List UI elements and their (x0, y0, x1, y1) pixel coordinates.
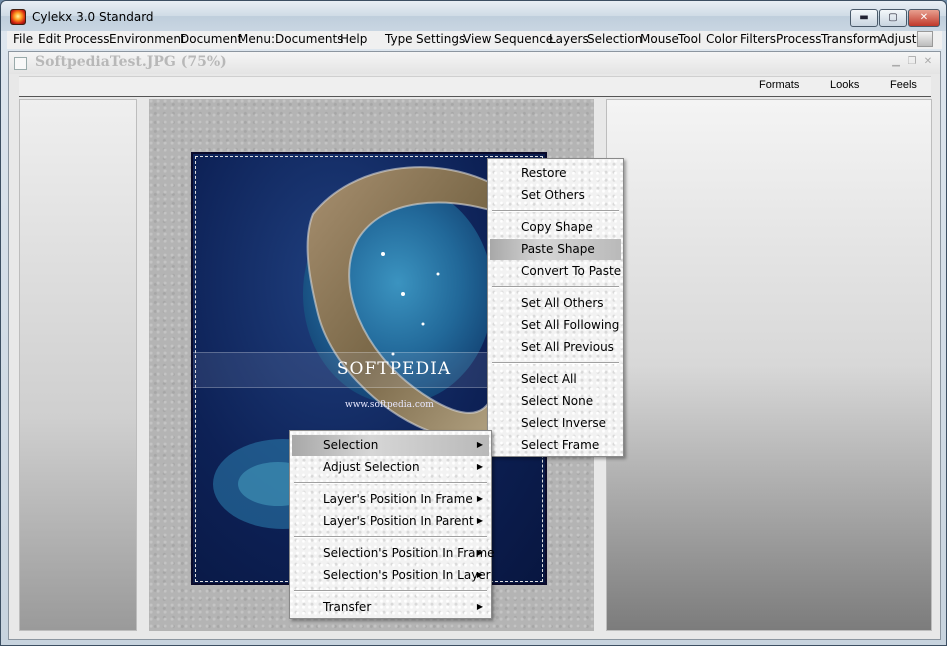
menu-separator (294, 482, 487, 484)
toolbar-looks[interactable]: Looks (830, 79, 859, 91)
triangle-right-icon: ▶ (476, 462, 483, 471)
menu-mouse[interactable]: Mouse (640, 32, 679, 46)
close-button[interactable]: ✕ (908, 9, 940, 27)
menu-tool[interactable]: Tool (678, 32, 701, 46)
menu-item-transfer[interactable]: Transfer ▶ (292, 597, 489, 618)
right-panel (606, 99, 932, 631)
menu-item-select-inverse[interactable]: Select Inverse (490, 413, 621, 434)
doc-close-icon[interactable]: ✕ (921, 56, 935, 70)
triangle-right-icon: ▶ (476, 516, 483, 525)
menu-selection[interactable]: Selection (587, 32, 642, 46)
menubar-overflow-icon[interactable] (917, 31, 933, 47)
menu-sequence[interactable]: Sequence (494, 32, 553, 46)
shape-context-menu: Restore Set Others Copy Shape Paste Shap… (487, 158, 624, 457)
menu-bar: File Edit Process Environment Document M… (7, 31, 942, 49)
menu-adjust[interactable]: Adjust (879, 32, 917, 46)
menu-item-layers-position-in-parent[interactable]: Layer's Position In Parent ▶ (292, 511, 489, 532)
menu-document[interactable]: Document (180, 32, 242, 46)
menu-item-set-all-previous[interactable]: Set All Previous (490, 337, 621, 358)
menu-item-label: Layer's Position In Parent (323, 514, 474, 528)
document-toolbar: Formats Looks Feels (19, 76, 931, 97)
menu-item-paste-shape[interactable]: Paste Shape (490, 239, 621, 260)
menu-edit[interactable]: Edit (38, 32, 61, 46)
menu-item-selections-position-in-frame[interactable]: Selection's Position In Frame ▶ (292, 543, 495, 564)
menu-view[interactable]: View (463, 32, 491, 46)
menu-item-copy-shape[interactable]: Copy Shape (490, 217, 621, 238)
menu-item-select-none[interactable]: Select None (490, 391, 621, 412)
menu-item-adjust-selection[interactable]: Adjust Selection ▶ (292, 457, 489, 478)
menu-item-set-all-others[interactable]: Set All Others (490, 293, 621, 314)
app-icon[interactable] (10, 9, 26, 25)
selection-context-menu: Selection ▶ Adjust Selection ▶ Layer's P… (289, 430, 495, 619)
menu-item-select-frame[interactable]: Select Frame (490, 435, 621, 456)
menu-transform[interactable]: Transform (821, 32, 881, 46)
menu-environment[interactable]: Environment (109, 32, 186, 46)
doc-restore-icon[interactable]: ❐ (905, 56, 919, 70)
triangle-right-icon: ▶ (476, 494, 483, 503)
menu-item-selections-position-in-layer[interactable]: Selection's Position In Layer ▶ (292, 565, 491, 586)
menu-item-set-all-following[interactable]: Set All Following (490, 315, 621, 336)
doc-minimize-icon[interactable]: ▁ (889, 56, 903, 70)
menu-layers[interactable]: Layers (549, 32, 589, 46)
menu-separator (492, 362, 619, 364)
menu-separator (492, 286, 619, 288)
menu-item-select-all[interactable]: Select All (490, 369, 621, 390)
toolbar-feels[interactable]: Feels (890, 79, 917, 91)
menu-item-label: Selection (323, 438, 379, 452)
menu-color[interactable]: Color (706, 32, 737, 46)
minimize-button[interactable]: ▬ (850, 9, 878, 27)
menu-item-set-others[interactable]: Set Others (490, 185, 621, 206)
menu-settings[interactable]: Settings (416, 32, 465, 46)
toolbar-formats[interactable]: Formats (759, 79, 799, 91)
menu-item-label: Selection's Position In Layer (323, 568, 491, 582)
main-window: Cylekx 3.0 Standard ▬ ▢ ✕ File Edit Proc… (0, 0, 947, 646)
menu-help[interactable]: Help (340, 32, 367, 46)
menu-type[interactable]: Type (385, 32, 413, 46)
document-title: SoftpediaTest.JPG (75%) (35, 54, 227, 70)
title-bar[interactable]: Cylekx 3.0 Standard ▬ ▢ ✕ (1, 1, 946, 31)
triangle-right-icon: ▶ (476, 548, 483, 557)
menu-process-2[interactable]: Process (776, 32, 822, 46)
menu-documents[interactable]: Documents (275, 32, 343, 46)
menu-file[interactable]: File (13, 32, 33, 46)
document-title-bar[interactable]: SoftpediaTest.JPG (75%) ▁ ❐ ✕ (9, 52, 940, 74)
menu-filters[interactable]: Filters (740, 32, 776, 46)
menu-item-label: Selection's Position In Frame (323, 546, 495, 560)
menu-item-restore[interactable]: Restore (490, 163, 621, 184)
maximize-button[interactable]: ▢ (879, 9, 907, 27)
triangle-right-icon: ▶ (476, 602, 483, 611)
menu-item-layers-position-in-frame[interactable]: Layer's Position In Frame ▶ (292, 489, 489, 510)
document-icon[interactable] (14, 57, 27, 70)
window-title: Cylekx 3.0 Standard (32, 10, 154, 24)
triangle-right-icon: ▶ (476, 440, 483, 449)
menu-separator (294, 536, 487, 538)
menu-item-convert-to-paste[interactable]: Convert To Paste (490, 261, 621, 282)
left-panel (19, 99, 137, 631)
triangle-right-icon: ▶ (476, 570, 483, 579)
menu-separator (492, 210, 619, 212)
menu-menu[interactable]: Menu: (238, 32, 275, 46)
menu-item-label: Layer's Position In Frame (323, 492, 473, 506)
menu-process[interactable]: Process (64, 32, 110, 46)
menu-item-label: Transfer (323, 600, 372, 614)
menu-item-label: Adjust Selection (323, 460, 420, 474)
menu-item-selection[interactable]: Selection ▶ (292, 435, 489, 456)
menu-separator (294, 590, 487, 592)
